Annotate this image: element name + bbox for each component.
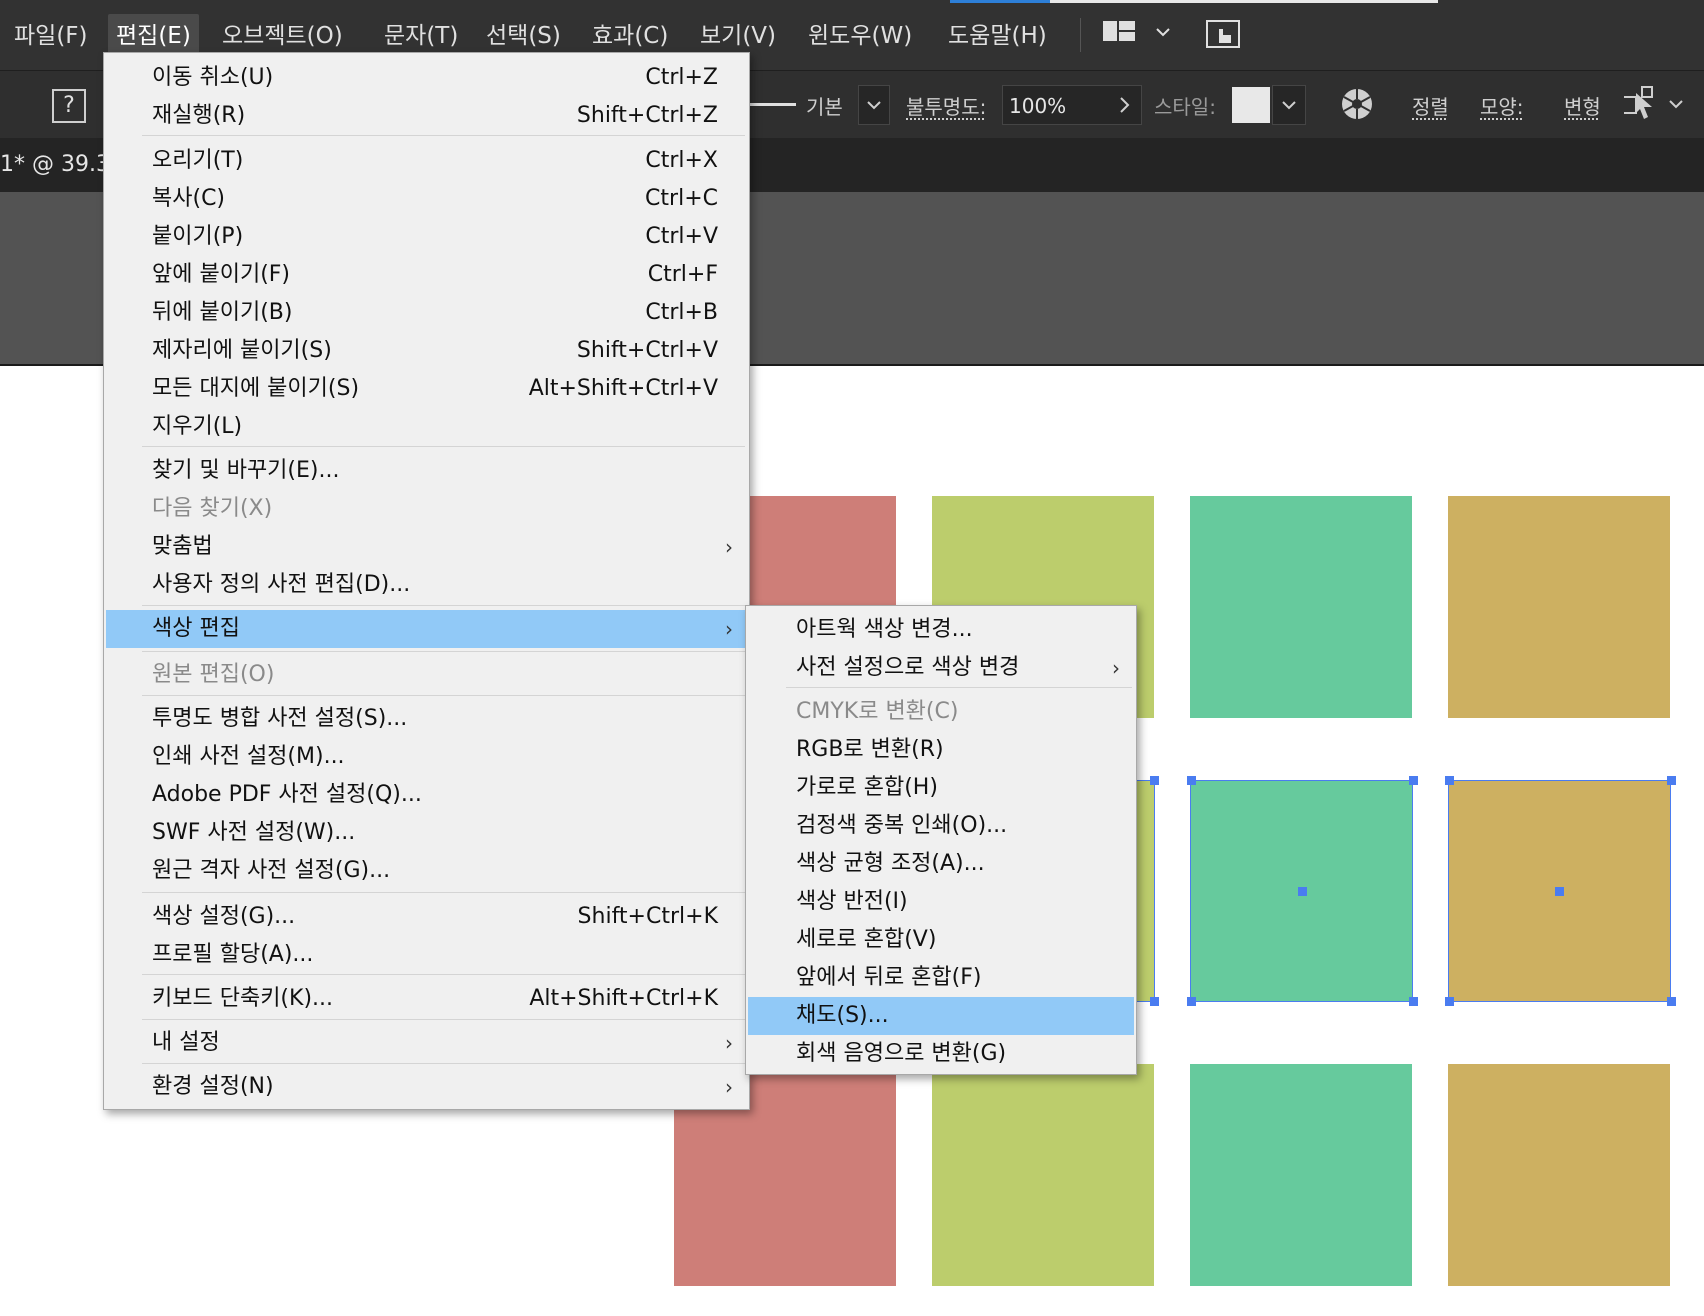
menu-item-undo[interactable]: 이동 취소(U) Ctrl+Z [106,59,747,97]
selection-handle[interactable] [1409,776,1418,785]
menu-item-find-replace[interactable]: 찾기 및 바꾸기(E)... [106,452,747,490]
menu-separator [142,1019,745,1020]
chevron-right-icon[interactable] [1111,86,1137,124]
submenu-item-convert-to-rgb[interactable]: RGB로 변환(R) [748,731,1134,769]
submenu-item-invert-colors[interactable]: 색상 반전(I) [748,883,1134,921]
selection-handle[interactable] [1667,997,1676,1006]
align-link[interactable]: 정렬 [1412,91,1449,120]
submenu-item-recolor-artwork[interactable]: 아트웍 색상 변경... [748,611,1134,649]
chevron-down-icon [1282,101,1296,110]
selection-handle[interactable] [1667,776,1676,785]
menu-item-my-settings[interactable]: 내 설정 › [106,1024,747,1062]
chevron-down-icon [867,101,881,110]
touch-workspace-icon[interactable] [1205,17,1243,55]
selection-center-point [1555,887,1564,896]
menu-item-copy[interactable]: 복사(C) Ctrl+C [106,180,747,218]
menu-separator [142,605,745,606]
window-accent-line [1050,0,1438,3]
selection-handle[interactable] [1187,776,1196,785]
green-square[interactable] [1190,496,1412,718]
menubar-divider [1080,18,1081,52]
menu-help[interactable]: 도움말(H) [940,14,1055,58]
stroke-profile-dropdown[interactable] [858,85,890,125]
submenu-item-blend-horizontally[interactable]: 가로로 혼합(H) [748,769,1134,807]
menu-separator [142,974,745,975]
menu-item-color-settings[interactable]: 색상 설정(G)... Shift+Ctrl+K [106,898,747,936]
menu-item-clear[interactable]: 지우기(L) [106,408,747,446]
opacity-label[interactable]: 불투명도: [906,91,986,120]
menu-item-assign-profile[interactable]: 프로필 할당(A)... [106,936,747,974]
menu-item-keyboard-shortcuts[interactable]: 키보드 단축키(K)... Alt+Shift+Ctrl+K [106,980,747,1018]
menu-separator [142,892,745,893]
document-tab[interactable]: 1* @ 39.3 [0,138,110,192]
menu-separator [786,687,1132,688]
selection-handle[interactable] [1445,776,1454,785]
submenu-item-saturate[interactable]: 채도(S)... [748,997,1134,1035]
submenu-item-blend-front-to-back[interactable]: 앞에서 뒤로 혼합(F) [748,959,1134,997]
selection-center-point [1298,887,1307,896]
submenu-item-blend-vertically[interactable]: 세로로 혼합(V) [748,921,1134,959]
menu-window[interactable]: 윈도우(W) [800,14,920,58]
window-accent-line [950,0,1050,3]
shape-link[interactable]: 모양: [1480,91,1524,120]
menu-item-edit-original: 원본 편집(O) [152,662,275,687]
menu-item-paste-in-front[interactable]: 앞에 붙이기(F) Ctrl+F [106,256,747,294]
menu-item-paste[interactable]: 붙이기(P) Ctrl+V [106,218,747,256]
submenu-item-convert-to-cmyk: CMYK로 변환(C) [796,699,959,724]
menu-item-preferences[interactable]: 환경 설정(N) › [106,1068,747,1106]
selection-handle[interactable] [1150,997,1159,1006]
help-box[interactable]: ? [52,89,86,123]
menu-item-paste-in-back[interactable]: 뒤에 붙이기(B) Ctrl+B [106,294,747,332]
menu-item-edit-custom-dictionary[interactable]: 사용자 정의 사전 편집(D)... [106,566,747,604]
edit-menu: 이동 취소(U) Ctrl+Z 재실행(R) Shift+Ctrl+Z 오리기(T)… [103,52,750,1110]
menu-item-spelling[interactable]: 맞춤법 › [106,528,747,566]
recolor-artwork-icon[interactable] [1340,87,1374,121]
menu-item-redo[interactable]: 재실행(R) Shift+Ctrl+Z [106,97,747,135]
stroke-profile-value[interactable]: 기본 [806,91,843,120]
selection-handle[interactable] [1150,776,1159,785]
green-square[interactable] [1190,1064,1412,1286]
selection-handle[interactable] [1187,997,1196,1006]
menu-item-adobe-pdf-presets[interactable]: Adobe PDF 사전 설정(Q)... [106,776,747,814]
menu-item-print-presets[interactable]: 인쇄 사전 설정(M)... [106,738,747,776]
submenu-item-adjust-color-balance[interactable]: 색상 균형 조정(A)... [748,845,1134,883]
menu-separator [142,1063,745,1064]
menu-item-perspective-grid-presets[interactable]: 원근 격자 사전 설정(G)... [106,852,747,890]
menu-item-paste-in-place[interactable]: 제자리에 붙이기(S) Shift+Ctrl+V [106,332,747,370]
workspace-layout-icon[interactable] [1102,20,1172,50]
menu-separator [142,446,745,447]
selection-handle[interactable] [1409,997,1418,1006]
transform-link[interactable]: 변형 [1564,91,1601,120]
menu-item-swf-presets[interactable]: SWF 사전 설정(W)... [106,814,747,852]
menu-separator [142,651,745,652]
edit-colors-submenu: 아트웍 색상 변경... 사전 설정으로 색상 변경 › CMYK로 변환(C) … [745,605,1137,1075]
style-label: 스타일: [1154,95,1216,119]
menu-item-paste-on-all-artboards[interactable]: 모든 대지에 붙이기(S) Alt+Shift+Ctrl+V [106,370,747,408]
selection-handle[interactable] [1445,997,1454,1006]
menu-item-cut[interactable]: 오리기(T) Ctrl+X [106,142,747,180]
gold-square[interactable] [1448,1064,1670,1286]
style-dropdown[interactable] [1272,85,1306,125]
menu-item-find-next: 다음 찾기(X) [152,496,273,521]
opacity-value: 100% [1009,94,1067,118]
submenu-item-convert-to-grayscale[interactable]: 회색 음영으로 변환(G) [748,1035,1134,1073]
olive-square[interactable] [932,1064,1154,1286]
submenu-item-recolor-with-preset[interactable]: 사전 설정으로 색상 변경 › [748,649,1134,687]
style-swatch[interactable] [1232,87,1270,123]
menu-item-edit-colors[interactable]: 색상 편집 › [106,610,747,648]
opacity-input[interactable]: 100% [1002,85,1142,125]
gold-square[interactable] [1448,496,1670,718]
submenu-item-overprint-black[interactable]: 검정색 중복 인쇄(O)... [748,807,1134,845]
menu-separator [142,135,745,136]
menu-item-transparency-flattener-presets[interactable]: 투명도 병합 사전 설정(S)... [106,700,747,738]
stroke-line-icon [750,103,796,106]
menu-file[interactable]: 파일(F) [6,14,96,58]
isolate-selection-icon[interactable] [1622,85,1688,125]
menu-separator [142,695,745,696]
